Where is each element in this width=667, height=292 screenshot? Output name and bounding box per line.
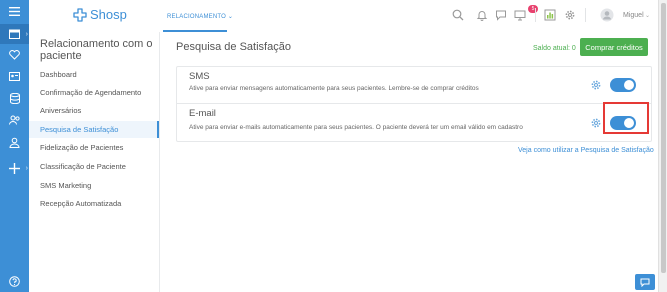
rail-user-button[interactable] (0, 132, 29, 152)
chevron-down-icon: ⌄ (227, 14, 234, 20)
row-divider (177, 103, 651, 104)
chat-button[interactable] (635, 274, 655, 290)
nav-item-pesquisa[interactable]: Pesquisa de Satisfação (40, 125, 118, 134)
active-item-indicator (157, 121, 159, 138)
brand-cross-icon (73, 7, 87, 22)
scrollbar[interactable] (658, 0, 667, 292)
page-title: Pesquisa de Satisfação (176, 41, 291, 53)
left-rail: › › (0, 0, 29, 292)
nav-item-dashboard[interactable]: Dashboard (40, 70, 77, 79)
settings-panel: SMS Ative para enviar mensagens automati… (176, 66, 652, 142)
help-icon (9, 275, 20, 287)
search-button[interactable] (452, 9, 464, 21)
id-card-icon (9, 71, 20, 81)
gear-icon (591, 80, 601, 90)
chevron-right-icon: › (25, 30, 28, 38)
balance-link[interactable]: Saldo atual: 0 (533, 45, 576, 52)
rail-add-button[interactable]: › (0, 158, 29, 178)
help-link[interactable]: Veja como utilizar a Pesquisa de Satisfa… (518, 147, 654, 154)
heart-icon (9, 50, 20, 60)
section-title: Relacionamento com o paciente (40, 38, 153, 62)
calendar-icon (9, 29, 20, 39)
bell-icon (476, 11, 488, 21)
email-settings-button[interactable] (590, 116, 602, 134)
users-icon (8, 115, 20, 125)
bar-chart-icon (544, 9, 556, 21)
nav-item-sms-marketing[interactable]: SMS Marketing (40, 181, 91, 190)
notification-badge: 5 (528, 5, 538, 13)
nav-item-recepcao[interactable]: Recepção Automatizada (40, 199, 121, 208)
user-icon (9, 137, 20, 148)
rail-heart-button[interactable] (0, 45, 29, 65)
reports-button[interactable] (544, 9, 556, 21)
buy-credits-button[interactable]: Comprar créditos (580, 38, 648, 56)
notifications-button[interactable] (476, 9, 488, 21)
menu-icon (9, 6, 20, 16)
toolbar-divider (535, 8, 536, 22)
rail-id-card-button[interactable] (0, 66, 29, 86)
gear-icon (591, 118, 601, 128)
sms-description: Ative para enviar mensagens automaticame… (189, 85, 479, 92)
highlight-box (603, 102, 649, 134)
toggle-knob (624, 80, 634, 90)
sms-settings-button[interactable] (590, 78, 602, 96)
settings-button[interactable] (564, 9, 576, 21)
chevron-right-icon: › (25, 164, 28, 172)
rail-calendar-button[interactable]: › (0, 24, 29, 44)
email-description: Ative para enviar e-mails automaticament… (189, 124, 523, 131)
user-avatar[interactable] (600, 8, 614, 22)
brand-name: Shosp (90, 7, 127, 22)
rail-users-button[interactable] (0, 110, 29, 130)
nav-item-fidelizacao[interactable]: Fidelização de Pacientes (40, 143, 123, 152)
plus-icon (9, 162, 20, 174)
scrollbar-thumb[interactable] (661, 3, 666, 273)
rail-menu-button[interactable] (0, 1, 29, 21)
chat-icon (496, 10, 506, 21)
top-bar: Shosp RELACIONAMENTO ⌄ 5 Miguel ⌄ (29, 0, 658, 33)
rail-database-button[interactable] (0, 88, 29, 108)
nav-item-classificacao[interactable]: Classificação de Paciente (40, 162, 126, 171)
monitor-icon (514, 10, 526, 21)
brand-logo[interactable]: Shosp (73, 7, 127, 22)
chevron-down-icon[interactable]: ⌄ (645, 12, 650, 19)
sms-title: SMS (189, 71, 210, 82)
avatar-icon (600, 8, 614, 22)
database-icon (9, 92, 20, 104)
chat-bubble-icon (640, 278, 650, 287)
gear-icon (565, 10, 575, 20)
user-name[interactable]: Miguel (623, 12, 644, 19)
nav-item-aniversarios[interactable]: Aniversários (40, 106, 81, 115)
rail-help-button[interactable] (0, 271, 29, 291)
toolbar-divider (585, 8, 586, 22)
monitor-button[interactable] (514, 9, 526, 21)
email-title: E-mail (189, 108, 216, 119)
nav-item-confirmacao[interactable]: Confirmação de Agendamento (40, 88, 141, 97)
tab-relacionamento[interactable]: RELACIONAMENTO ⌄ (167, 13, 233, 20)
search-icon (452, 9, 464, 21)
sms-toggle[interactable] (610, 78, 636, 92)
secondary-nav: Relacionamento com o paciente Dashboard … (29, 32, 160, 292)
main-content: Pesquisa de Satisfação Saldo atual: 0 Co… (160, 32, 658, 292)
messages-button[interactable] (495, 9, 507, 21)
